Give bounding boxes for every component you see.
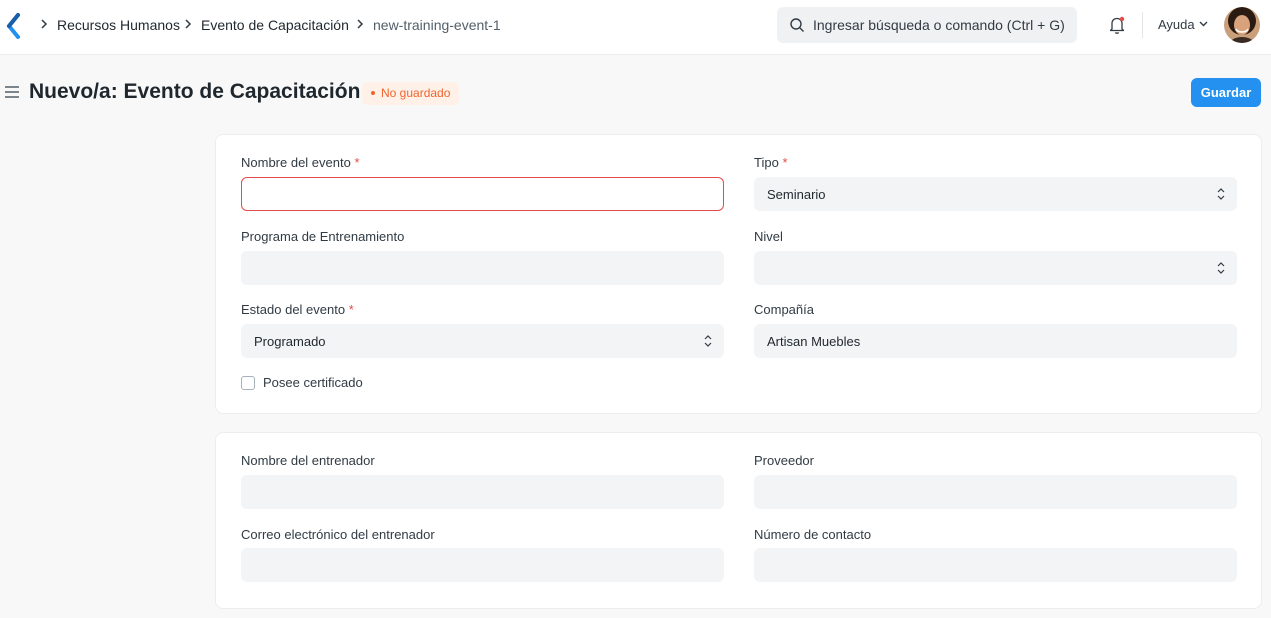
program-label: Programa de Entrenamiento — [241, 229, 405, 244]
certificate-checkbox[interactable] — [241, 376, 255, 390]
chevron-right-icon — [185, 19, 192, 29]
event-name-field[interactable] — [241, 177, 724, 211]
breadcrumb-training-event[interactable]: Evento de Capacitación — [201, 17, 349, 33]
trainer-email-label: Correo electrónico del entrenador — [241, 527, 435, 542]
supplier-label: Proveedor — [754, 453, 814, 468]
program-field[interactable] — [241, 251, 724, 285]
event-status-label: Estado del evento * — [241, 302, 354, 317]
required-mark: * — [782, 155, 788, 170]
status-dot — [371, 90, 375, 95]
level-label: Nivel — [754, 229, 783, 244]
breadcrumb-hr[interactable]: Recursos Humanos — [57, 17, 180, 33]
company-label: Compañía — [754, 302, 814, 317]
search-icon — [790, 18, 804, 32]
trainer-name-label: Nombre del entrenador — [241, 453, 375, 468]
trainer-email-field[interactable] — [241, 548, 724, 582]
trainer-name-field[interactable] — [241, 475, 724, 509]
breadcrumb-current: new-training-event-1 — [373, 17, 501, 33]
event-status-label-text: Estado del evento — [241, 302, 346, 317]
type-label: Tipo * — [754, 155, 788, 170]
select-chevron-icon — [704, 335, 712, 347]
select-chevron-icon — [1217, 188, 1225, 200]
chevron-right-icon — [41, 19, 48, 29]
navbar-divider — [1142, 12, 1143, 38]
event-name-label-text: Nombre del evento — [241, 155, 351, 170]
required-mark: * — [354, 155, 360, 170]
avatar[interactable] — [1224, 7, 1260, 43]
status-badge: No guardado — [362, 82, 460, 105]
hamburger-icon[interactable] — [4, 85, 20, 99]
certificate-label: Posee certificado — [263, 375, 363, 390]
page-title: Nuevo/a: Evento de Capacitación — [29, 80, 361, 103]
top-navbar: Recursos Humanos Evento de Capacitación … — [0, 0, 1271, 55]
help-menu[interactable]: Ayuda — [1158, 17, 1195, 32]
chevron-down-icon[interactable] — [1199, 21, 1208, 27]
search-input[interactable] — [813, 7, 1071, 43]
event-status-value: Programado — [254, 334, 326, 349]
select-chevron-icon — [1217, 262, 1225, 274]
type-label-text: Tipo — [754, 155, 779, 170]
status-badge-label: No guardado — [381, 86, 451, 100]
app-logo-icon[interactable] — [6, 13, 22, 39]
type-select[interactable]: Seminario — [754, 177, 1237, 211]
contact-number-label: Número de contacto — [754, 527, 872, 542]
save-button[interactable]: Guardar — [1191, 78, 1261, 107]
event-status-select[interactable]: Programado — [241, 324, 724, 358]
type-value: Seminario — [767, 187, 826, 202]
required-mark: * — [348, 302, 354, 317]
chevron-right-icon — [357, 19, 364, 29]
company-field[interactable]: Artisan Muebles — [754, 324, 1237, 358]
bell-icon[interactable] — [1108, 15, 1126, 35]
event-name-label: Nombre del evento * — [241, 155, 360, 170]
contact-number-field[interactable] — [754, 548, 1237, 582]
supplier-field[interactable] — [754, 475, 1237, 509]
company-value: Artisan Muebles — [767, 334, 861, 349]
level-select[interactable] — [754, 251, 1237, 285]
search-bar[interactable] — [777, 7, 1077, 43]
